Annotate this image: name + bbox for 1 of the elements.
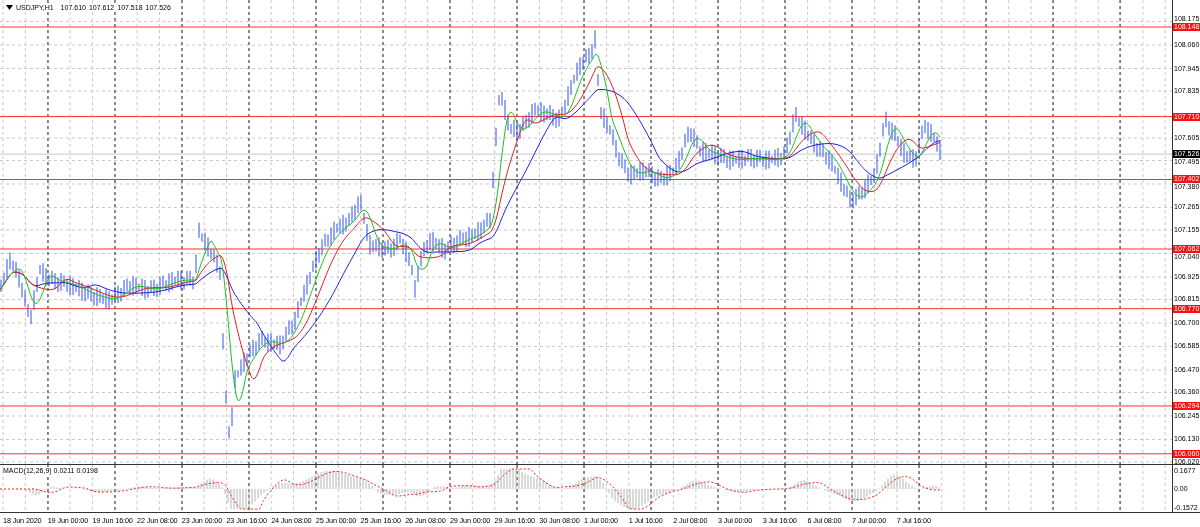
dropdown-triangle-icon[interactable] <box>6 5 13 10</box>
